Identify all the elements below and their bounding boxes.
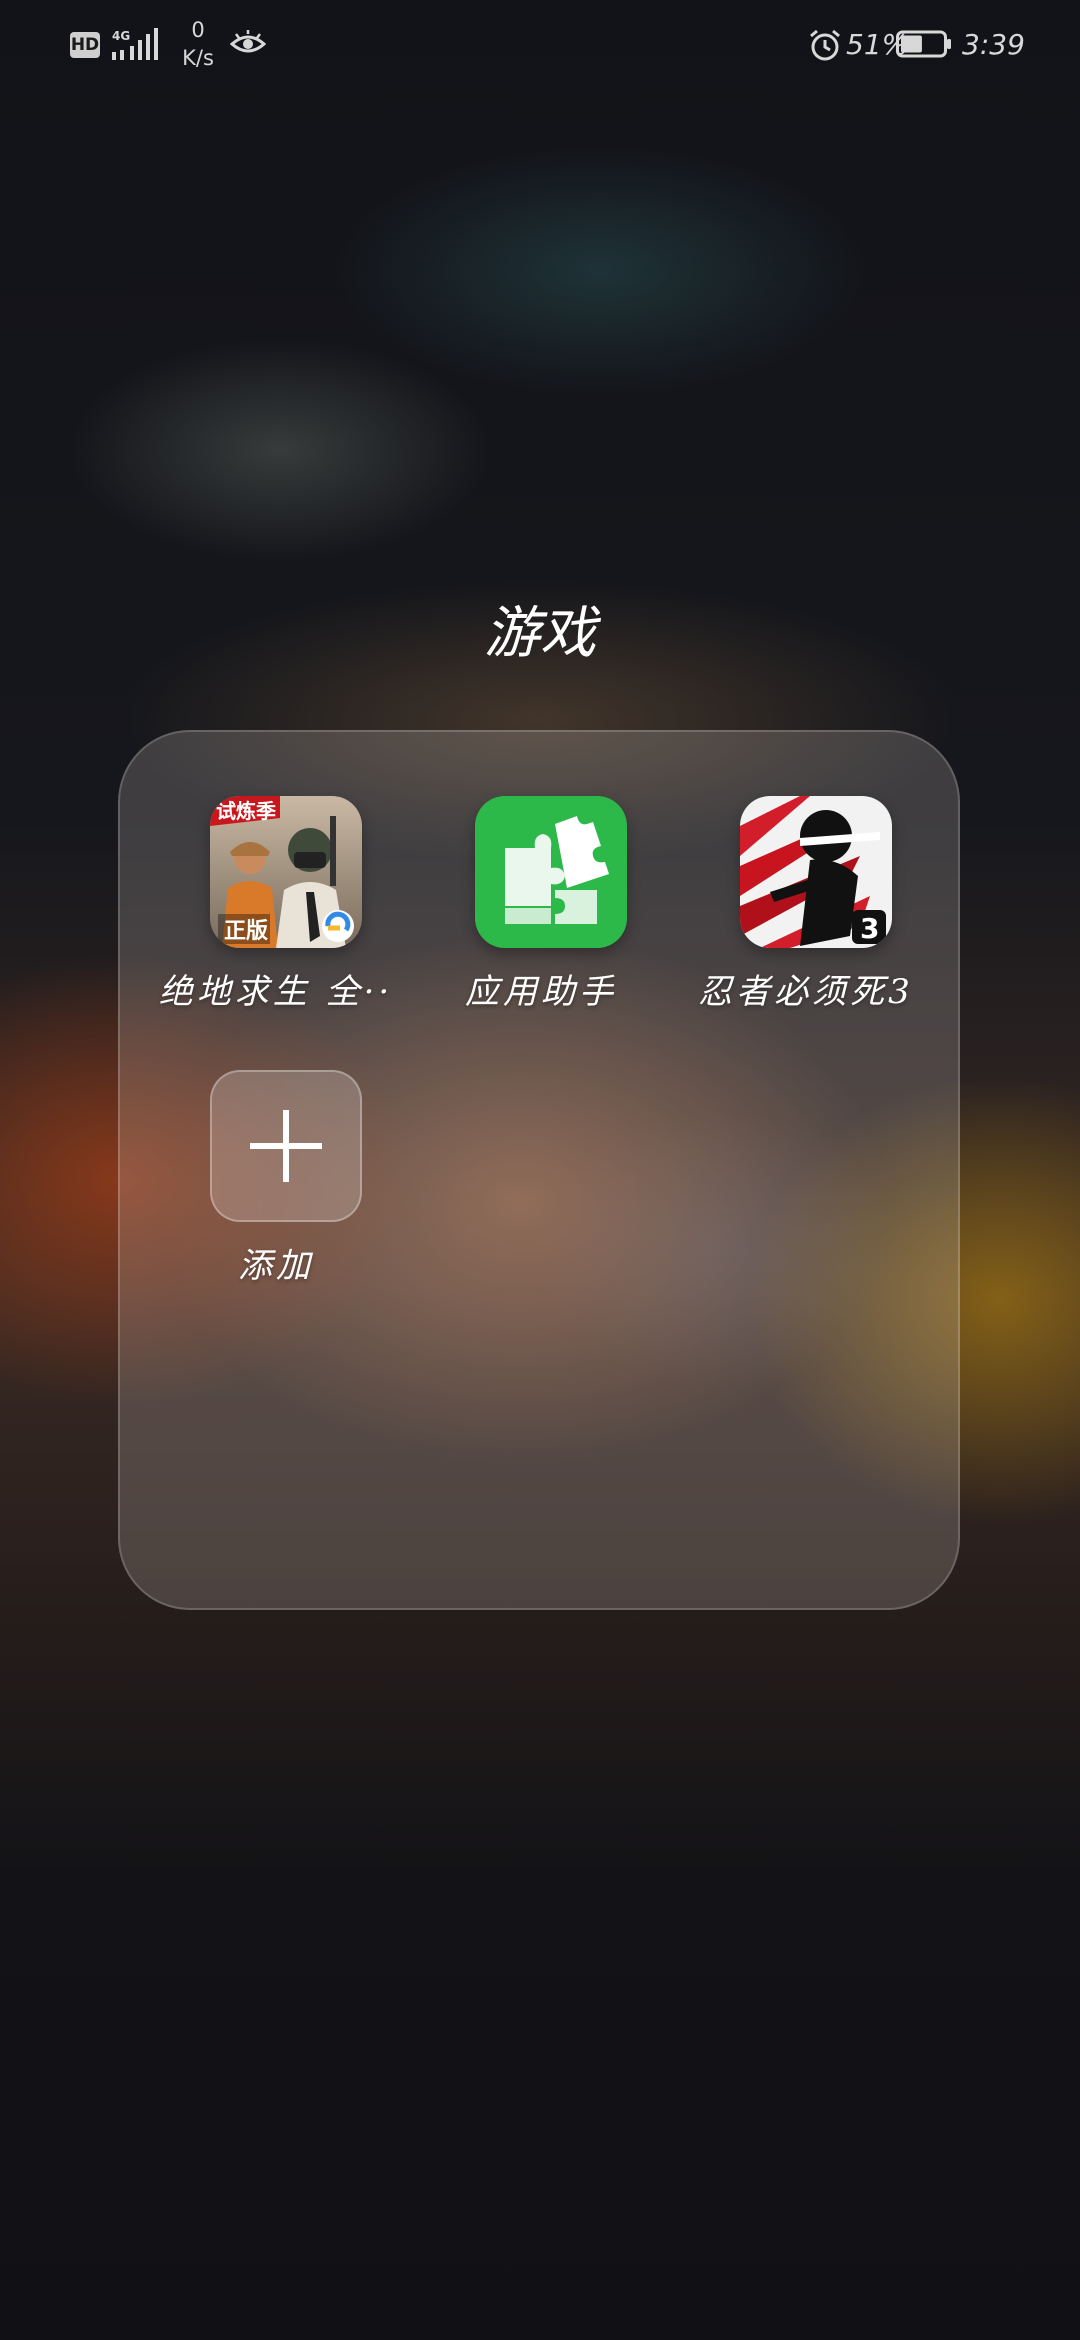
app-label: 忍者必须死3 [698,972,914,1012]
app-ninja[interactable]: 3 忍者必须死3 [674,796,938,1026]
eye-comfort-icon [230,30,266,53]
pubg-icon-banner-text: 试炼季 [216,799,276,823]
speed-value: 0 [191,18,205,42]
pubg-icon-badge-text: 正版 [224,919,268,944]
app-assistant[interactable]: 应用助手 [409,796,673,1026]
clock-time: 3:39 [962,28,1025,61]
folder-title[interactable]: 游戏 [0,588,1080,669]
status-bar: HD 4G 0 K/s 51% 3:39 [0,0,1080,90]
speed-unit: K/s [182,46,214,70]
puzzle-icon[interactable] [475,796,627,948]
hd-badge: HD [70,32,100,58]
folder-panel: 试炼季 正版 绝地求生 全·· 应用助手 3 忍者必须死3 添加 [118,730,960,1610]
svg-text:4G: 4G [112,29,130,43]
add-label: 添加 [238,1246,314,1286]
ninja-game-icon[interactable]: 3 [740,796,892,948]
app-label: 绝地求生 全·· [158,972,394,1012]
pubg-game-icon[interactable]: 试炼季 正版 [210,796,362,948]
plus-icon[interactable] [210,1070,362,1222]
signal-icon: 4G [112,28,158,60]
ninja-icon-badge: 3 [860,912,879,945]
app-label: 应用助手 [465,972,617,1012]
add-app-tile[interactable]: 添加 [144,1070,408,1300]
app-pubg[interactable]: 试炼季 正版 绝地求生 全·· [144,796,408,1026]
network-speed: 0 K/s [178,16,218,72]
alarm-icon [810,29,840,61]
battery-icon [896,30,951,58]
